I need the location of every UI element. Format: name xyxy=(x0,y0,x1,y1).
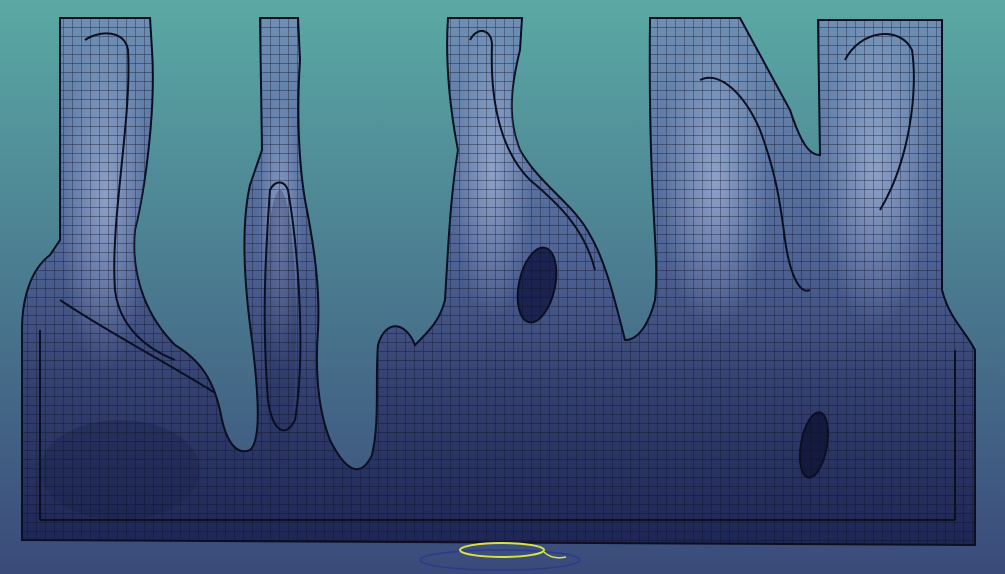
3d-viewport[interactable] xyxy=(0,0,1005,574)
viewport-canvas[interactable] xyxy=(0,0,1005,574)
